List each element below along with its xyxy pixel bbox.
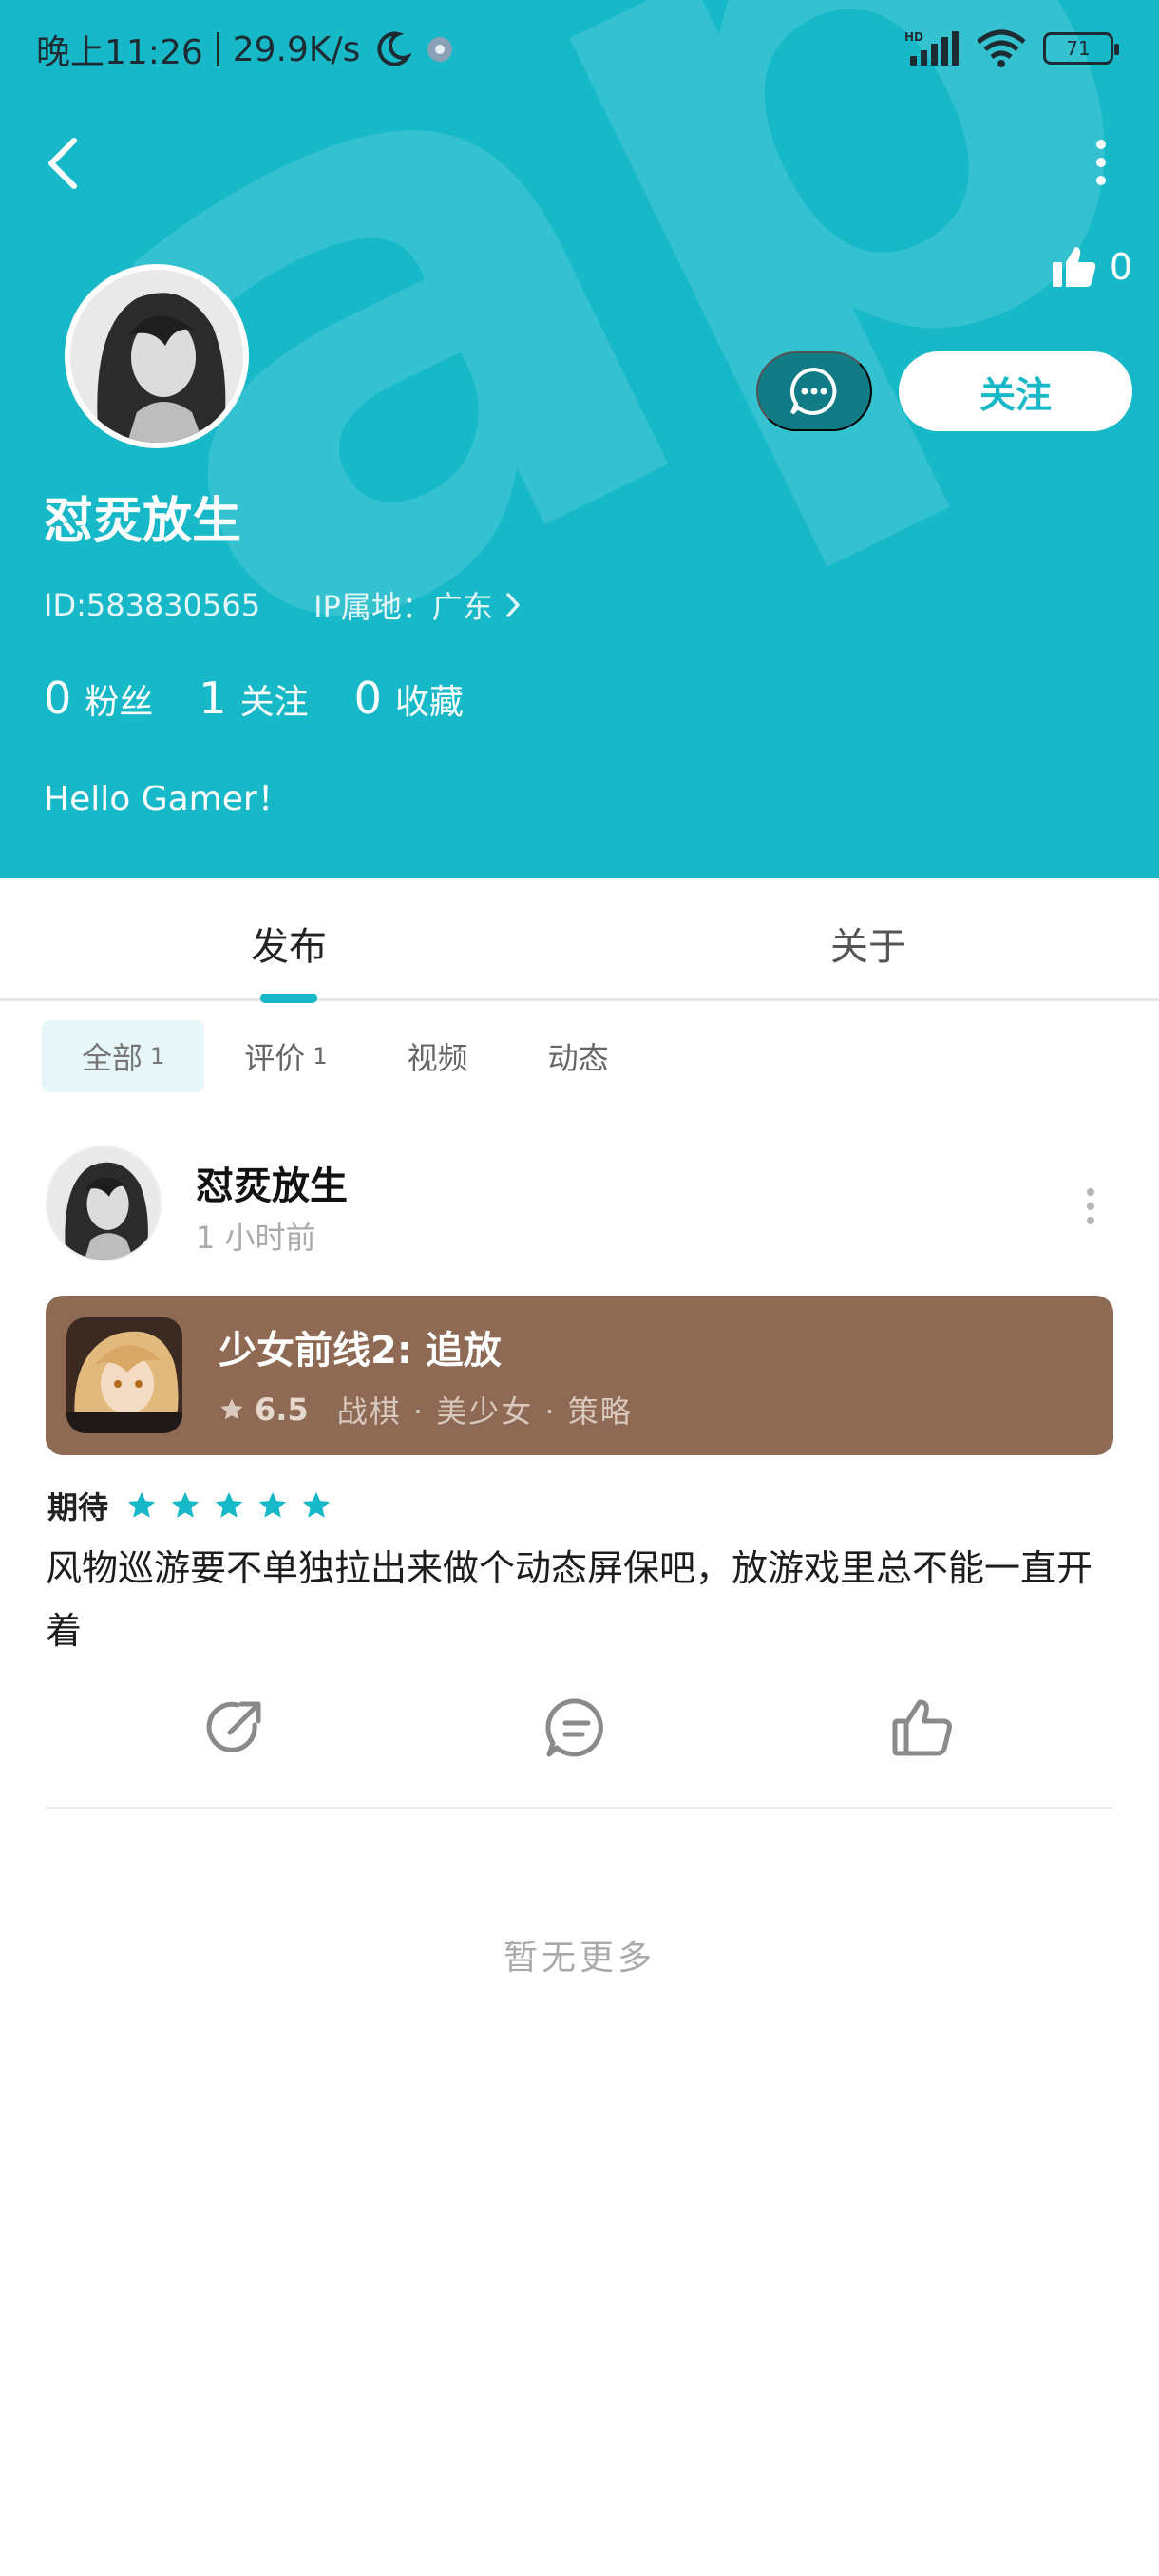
wifi-icon bbox=[977, 29, 1026, 67]
game-icon bbox=[66, 1317, 182, 1433]
game-title: 少女前线2: 追放 bbox=[218, 1329, 502, 1373]
subtab-videos[interactable]: 视频 bbox=[368, 1020, 508, 1092]
game-card[interactable]: 少女前线2: 追放 6.5 战棋 · 美少女 · 策略 bbox=[46, 1296, 1113, 1455]
chat-bubble-icon bbox=[790, 367, 837, 415]
thumbs-up-icon bbox=[1052, 247, 1096, 287]
avatar[interactable] bbox=[65, 264, 249, 448]
like-icon[interactable] bbox=[889, 1695, 956, 1761]
star-icon bbox=[127, 1491, 156, 1518]
avatar-image bbox=[48, 1147, 160, 1260]
battery-icon: 71 bbox=[1043, 32, 1119, 65]
ip-location-text: IP属地：广东 bbox=[314, 589, 493, 625]
subtab-count: 1 bbox=[150, 1043, 165, 1070]
subtab-label: 全部 bbox=[82, 1040, 143, 1076]
game-tags: 战棋 · 美少女 · 策略 bbox=[336, 1393, 633, 1430]
profile-id-row: ID:583830565 IP属地：广东 bbox=[44, 583, 522, 627]
profile-bio: Hello Gamer！ bbox=[44, 780, 292, 819]
comment-icon[interactable] bbox=[543, 1695, 610, 1761]
moon-icon bbox=[377, 31, 412, 66]
subtab-count: 1 bbox=[313, 1043, 328, 1070]
tab-about[interactable]: 关于 bbox=[830, 916, 906, 971]
rating-label: 期待 bbox=[48, 1489, 109, 1525]
subtab-moments[interactable]: 动态 bbox=[508, 1020, 649, 1092]
post-body-text: 风物巡游要不单独拉出来做个动态屏保吧，放游戏里总不能一直开着 bbox=[46, 1547, 1093, 1652]
stat-number: 0 bbox=[353, 672, 382, 724]
stat-followers[interactable]: 0 粉丝 bbox=[44, 672, 153, 724]
star-icon bbox=[220, 1398, 243, 1420]
back-arrow-icon[interactable] bbox=[44, 135, 82, 192]
no-more-text: 暂无更多 bbox=[503, 1939, 656, 1978]
chevron-right-icon bbox=[506, 593, 520, 617]
sub-tabs: 全部 1 评价 1 视频 动态 bbox=[42, 1020, 649, 1092]
status-time: 晚上11:26 bbox=[36, 33, 203, 72]
post-rating: 期待 bbox=[48, 1484, 332, 1527]
stat-label: 关注 bbox=[239, 683, 309, 722]
profile-stats: 0 粉丝 1 关注 0 收藏 bbox=[44, 672, 464, 724]
tab-publish[interactable]: 发布 bbox=[251, 916, 327, 971]
game-meta: 6.5 战棋 · 美少女 · 策略 bbox=[218, 1388, 633, 1431]
share-icon[interactable] bbox=[201, 1695, 268, 1761]
status-speed: 29.9K/s bbox=[232, 29, 361, 69]
tab-active-indicator bbox=[260, 994, 317, 1003]
star-icon bbox=[171, 1491, 200, 1518]
subtab-label: 评价 bbox=[244, 1040, 306, 1076]
signal-icon: HD bbox=[904, 30, 959, 66]
battery-level: 71 bbox=[1066, 37, 1091, 60]
game-score: 6.5 bbox=[255, 1392, 309, 1428]
profile-id: ID:583830565 bbox=[44, 587, 261, 623]
star-icon bbox=[258, 1491, 287, 1518]
profile-like-count: 0 bbox=[1109, 246, 1132, 288]
stat-label: 粉丝 bbox=[85, 683, 154, 722]
star-icon bbox=[302, 1491, 331, 1518]
profile-header: ap 晚上11:26 29.9K/s HD 71 0 关注 怼烎放生 ID:58… bbox=[0, 0, 1159, 878]
stat-following[interactable]: 1 关注 bbox=[199, 672, 308, 724]
profile-like[interactable]: 0 bbox=[1051, 243, 1132, 291]
star-icon bbox=[215, 1491, 243, 1518]
game-icon-image bbox=[66, 1317, 182, 1433]
message-button[interactable] bbox=[756, 351, 872, 431]
post-author-name[interactable]: 怼烎放生 bbox=[196, 1155, 348, 1210]
post-divider bbox=[46, 1807, 1113, 1809]
status-separator bbox=[216, 32, 219, 66]
subtab-all[interactable]: 全部 1 bbox=[42, 1020, 205, 1092]
stat-favorites[interactable]: 0 收藏 bbox=[354, 672, 464, 724]
follow-button[interactable]: 关注 bbox=[899, 351, 1132, 431]
stat-number: 0 bbox=[44, 672, 72, 724]
post-timestamp: 1 小时前 bbox=[196, 1220, 316, 1256]
stat-label: 收藏 bbox=[394, 683, 464, 722]
more-vertical-icon[interactable] bbox=[1087, 139, 1115, 186]
subtab-label: 动态 bbox=[547, 1040, 609, 1076]
main-tabs: 发布 关于 bbox=[0, 878, 1159, 1003]
profile-name: 怼烎放生 bbox=[44, 493, 242, 550]
svg-text:HD: HD bbox=[904, 30, 923, 44]
subtab-reviews[interactable]: 评价 1 bbox=[204, 1020, 367, 1092]
ip-location-link[interactable]: IP属地：广东 bbox=[314, 583, 522, 627]
stat-number: 1 bbox=[199, 672, 227, 724]
post-actions bbox=[0, 1695, 1159, 1771]
status-bar: 晚上11:26 29.9K/s HD 71 bbox=[0, 0, 1159, 99]
post-author-avatar[interactable] bbox=[46, 1146, 162, 1261]
post-more-icon[interactable] bbox=[1081, 1187, 1100, 1225]
subtab-label: 视频 bbox=[407, 1040, 468, 1076]
settings-gear-icon bbox=[428, 37, 453, 62]
avatar-image bbox=[70, 270, 243, 443]
